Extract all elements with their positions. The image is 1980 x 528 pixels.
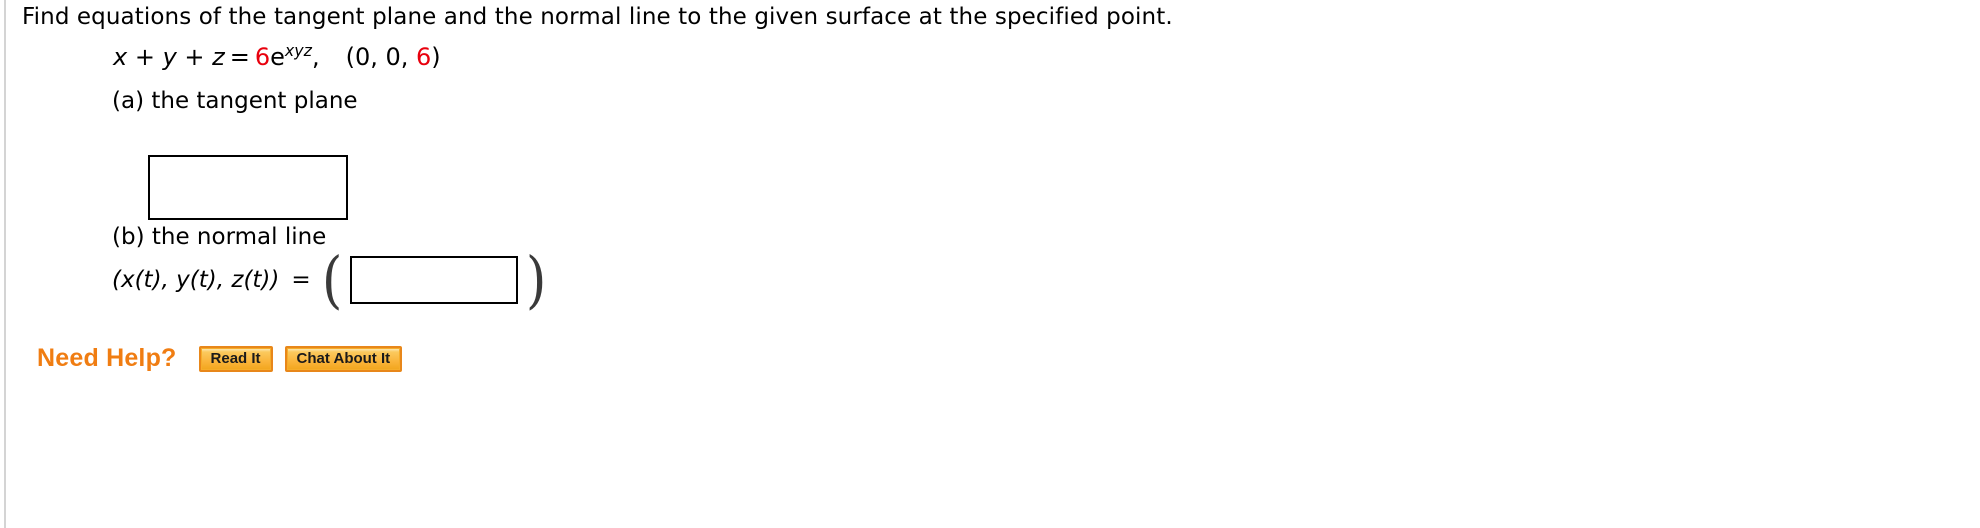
left-edge-divider — [4, 0, 6, 528]
read-it-button[interactable]: Read It — [198, 345, 273, 372]
tangent-plane-answer-input[interactable] — [148, 155, 348, 220]
close-paren-glyph: ) — [525, 243, 547, 316]
read-it-button-label: Read It — [210, 349, 261, 367]
problem-prompt: Find equations of the tangent plane and … — [22, 4, 1173, 30]
open-paren-glyph: ( — [321, 243, 343, 316]
chat-about-it-button[interactable]: Chat About It — [284, 345, 403, 372]
normal-line-answer-row: (x(t), y(t), z(t)) = ( ) — [112, 243, 548, 316]
equation-comma: , — [311, 43, 320, 71]
normal-line-equals: = — [291, 267, 311, 293]
point-prefix: (0, 0, — [345, 43, 417, 71]
point-highlight-value: 6 — [416, 43, 432, 71]
need-help-label: Need Help? — [37, 344, 177, 372]
equation-base: e — [270, 43, 285, 71]
normal-line-answer-input[interactable] — [349, 256, 518, 304]
part-b-label: (b) the normal line — [112, 224, 327, 250]
equation-coefficient: 6 — [254, 43, 271, 71]
equation-equals: = — [229, 43, 250, 71]
point-suffix: ) — [431, 43, 441, 71]
chat-about-it-button-label: Chat About It — [296, 349, 391, 367]
need-help-section: Need Help? Read It Chat About It — [37, 344, 414, 373]
surface-equation: x + y + z = 6exyz, (0, 0, 6) — [113, 42, 441, 72]
part-a-label: (a) the tangent plane — [112, 88, 358, 114]
normal-line-expression: (x(t), y(t), z(t)) — [112, 267, 280, 293]
equation-exponent: xyz — [284, 41, 312, 60]
equation-lhs: x + y + z — [113, 43, 225, 71]
